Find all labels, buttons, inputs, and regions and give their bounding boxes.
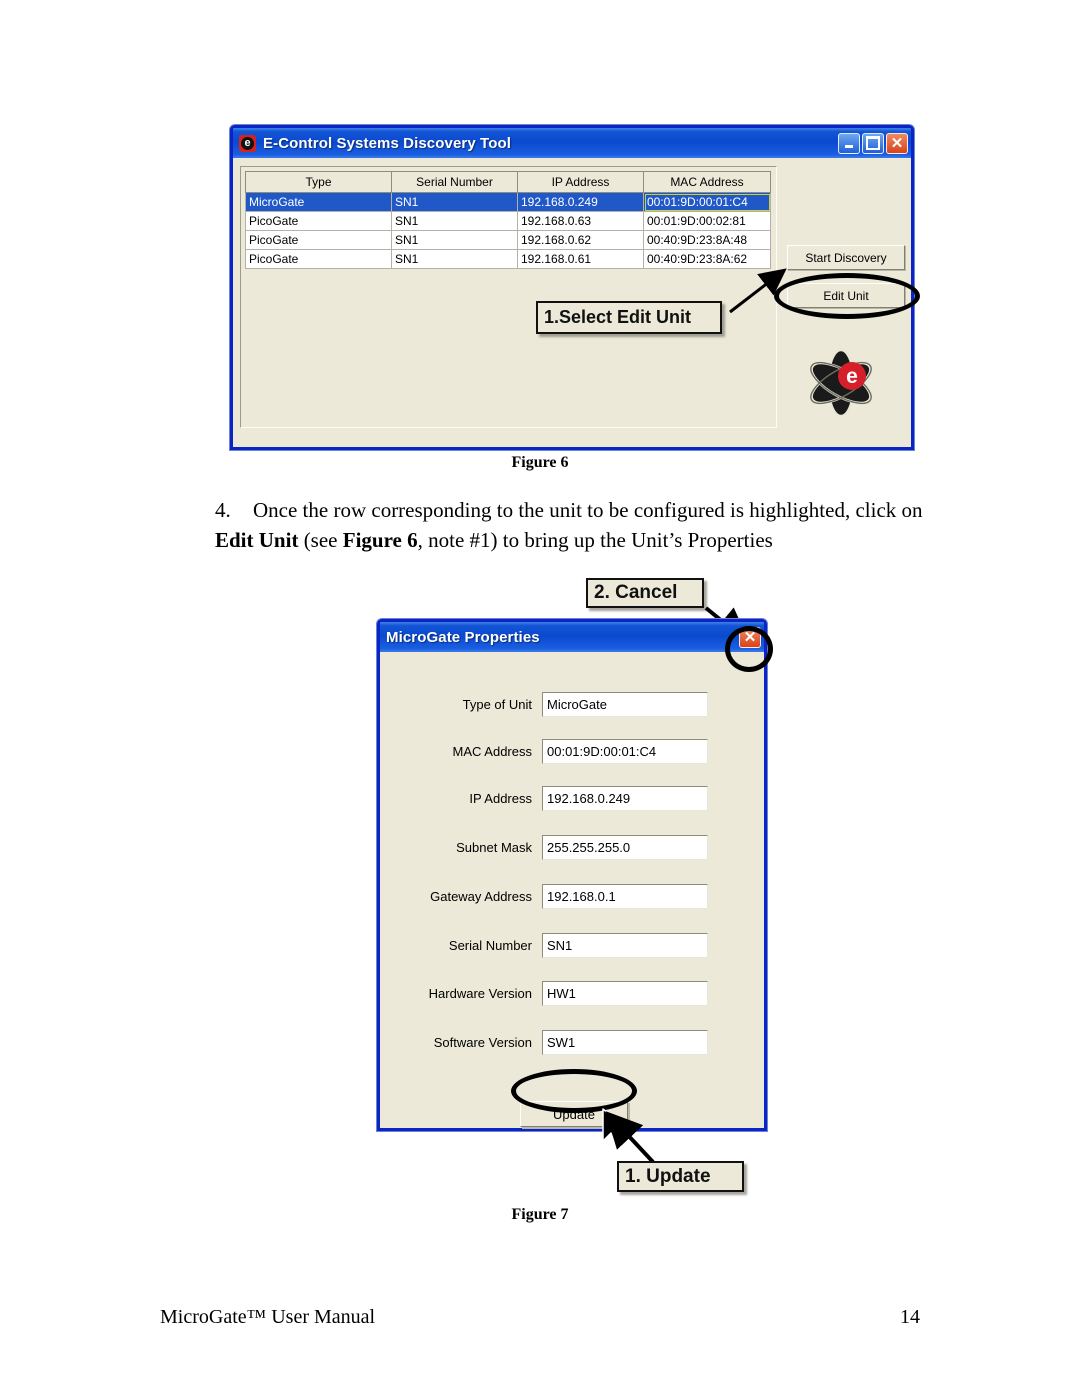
discovery-window-controls: ✕ xyxy=(838,132,908,154)
microgate-properties-window: MicroGate Properties ✕ Type of Unit Micr… xyxy=(377,619,767,1131)
page-footer: MicroGate™ User Manual 14 xyxy=(160,1306,920,1329)
device-table[interactable]: Type Serial Number IP Address MAC Addres… xyxy=(245,171,771,269)
maximize-icon[interactable] xyxy=(862,132,884,154)
label-type-of-unit: Type of Unit xyxy=(462,696,532,712)
instruction-step-4: 4. Once the row corresponding to the uni… xyxy=(215,496,925,556)
callout-select-edit-unit: 1.Select Edit Unit xyxy=(536,301,722,334)
cell-serial[interactable]: SN1 xyxy=(391,230,518,250)
field-row-mac-address: MAC Address 00:01:9D:00:01:C4 xyxy=(380,737,764,765)
manual-page: e E-Control Systems Discovery Tool ✕ Typ… xyxy=(0,0,1080,1397)
footer-manual-title: MicroGate™ User Manual xyxy=(160,1306,376,1328)
field-row-software-version: Software Version SW1 xyxy=(380,1028,764,1056)
input-serial-number[interactable]: SN1 xyxy=(542,932,708,958)
table-row[interactable]: PicoGate SN1 192.168.0.63 00:01:9D:00:02… xyxy=(245,211,771,231)
field-row-ip-address: IP Address 192.168.0.249 xyxy=(380,784,764,812)
step-text-part2: (see xyxy=(298,527,343,552)
label-serial-number: Serial Number xyxy=(448,937,532,953)
discovery-titlebar[interactable]: e E-Control Systems Discovery Tool ✕ xyxy=(233,128,911,158)
cell-mac[interactable]: 00:01:9D:00:01:C4 xyxy=(643,192,771,212)
econtrol-icon-letter: e xyxy=(241,136,254,150)
properties-window-body: Type of Unit MicroGate MAC Address 00:01… xyxy=(380,652,764,1128)
device-list-panel: Type Serial Number IP Address MAC Addres… xyxy=(240,166,777,428)
cell-serial[interactable]: SN1 xyxy=(391,192,518,212)
econtrol-atom-logo: e xyxy=(810,348,872,418)
svg-text:e: e xyxy=(846,365,858,388)
cell-serial[interactable]: SN1 xyxy=(391,249,518,269)
close-icon[interactable]: ✕ xyxy=(886,132,908,154)
field-row-hardware-version: Hardware Version HW1 xyxy=(380,979,764,1007)
close-button-highlight-ellipse xyxy=(725,626,773,672)
cell-mac[interactable]: 00:40:9D:23:8A:48 xyxy=(643,230,771,250)
discovery-window-title: E-Control Systems Discovery Tool xyxy=(263,134,511,152)
cell-type[interactable]: MicroGate xyxy=(245,192,392,212)
label-ip-address: IP Address xyxy=(469,790,532,806)
input-gateway-address[interactable]: 192.168.0.1 xyxy=(542,883,708,909)
step-text-bold-edit-unit: Edit Unit xyxy=(215,527,299,552)
figure7-caption: Figure 7 xyxy=(511,1206,569,1223)
label-software-version: Software Version xyxy=(433,1034,532,1050)
input-ip-address[interactable]: 192.168.0.249 xyxy=(542,785,708,811)
cell-serial[interactable]: SN1 xyxy=(391,211,518,231)
cell-ip[interactable]: 192.168.0.63 xyxy=(517,211,644,231)
table-row[interactable]: PicoGate SN1 192.168.0.62 00:40:9D:23:8A… xyxy=(245,230,771,250)
step-text-part1: Once the row corresponding to the unit t… xyxy=(253,498,923,522)
cell-ip[interactable]: 192.168.0.61 xyxy=(517,249,644,269)
input-subnet-mask[interactable]: 255.255.255.0 xyxy=(542,834,708,860)
step-text-part3: , note #1) to bring up the Unit’s Proper… xyxy=(417,527,773,552)
figure6-caption: Figure 6 xyxy=(511,454,569,471)
cell-mac[interactable]: 00:01:9D:00:02:81 xyxy=(643,211,771,231)
step-number: 4. xyxy=(215,498,231,522)
cell-type[interactable]: PicoGate xyxy=(245,211,392,231)
column-header-ip[interactable]: IP Address xyxy=(517,171,644,193)
column-header-type[interactable]: Type xyxy=(245,171,392,193)
field-row-gateway-address: Gateway Address 192.168.0.1 xyxy=(380,882,764,910)
label-mac-address: MAC Address xyxy=(452,743,532,759)
properties-window-title: MicroGate Properties xyxy=(386,628,540,646)
cell-type[interactable]: PicoGate xyxy=(245,230,392,250)
minimize-icon[interactable] xyxy=(838,132,860,154)
callout-cancel: 2. Cancel xyxy=(586,578,704,608)
label-hardware-version: Hardware Version xyxy=(428,985,532,1001)
step-text-bold-figure6: Figure 6 xyxy=(342,527,418,552)
table-row[interactable]: PicoGate SN1 192.168.0.61 00:40:9D:23:8A… xyxy=(245,249,771,269)
label-gateway-address: Gateway Address xyxy=(430,888,532,904)
table-header-row: Type Serial Number IP Address MAC Addres… xyxy=(245,171,771,193)
label-subnet-mask: Subnet Mask xyxy=(456,839,532,855)
econtrol-app-icon: e xyxy=(239,134,256,152)
table-row[interactable]: MicroGate SN1 192.168.0.249 00:01:9D:00:… xyxy=(245,192,771,212)
cell-ip[interactable]: 192.168.0.249 xyxy=(517,192,644,212)
cell-type[interactable]: PicoGate xyxy=(245,249,392,269)
field-row-serial-number: Serial Number SN1 xyxy=(380,931,764,959)
properties-titlebar[interactable]: MicroGate Properties ✕ xyxy=(380,622,764,652)
column-header-mac[interactable]: MAC Address xyxy=(643,171,771,193)
input-mac-address[interactable]: 00:01:9D:00:01:C4 xyxy=(542,738,708,764)
column-header-serial[interactable]: Serial Number xyxy=(391,171,518,193)
field-row-subnet-mask: Subnet Mask 255.255.255.0 xyxy=(380,833,764,861)
step-text: Once the row corresponding to the unit t… xyxy=(215,498,923,552)
input-software-version[interactable]: SW1 xyxy=(542,1029,708,1055)
footer-page-number: 14 xyxy=(900,1306,920,1328)
input-hardware-version[interactable]: HW1 xyxy=(542,980,708,1006)
cell-ip[interactable]: 192.168.0.62 xyxy=(517,230,644,250)
callout-update: 1. Update xyxy=(617,1161,744,1192)
field-row-type-of-unit: Type of Unit MicroGate xyxy=(380,690,764,718)
input-type-of-unit[interactable]: MicroGate xyxy=(542,691,708,717)
